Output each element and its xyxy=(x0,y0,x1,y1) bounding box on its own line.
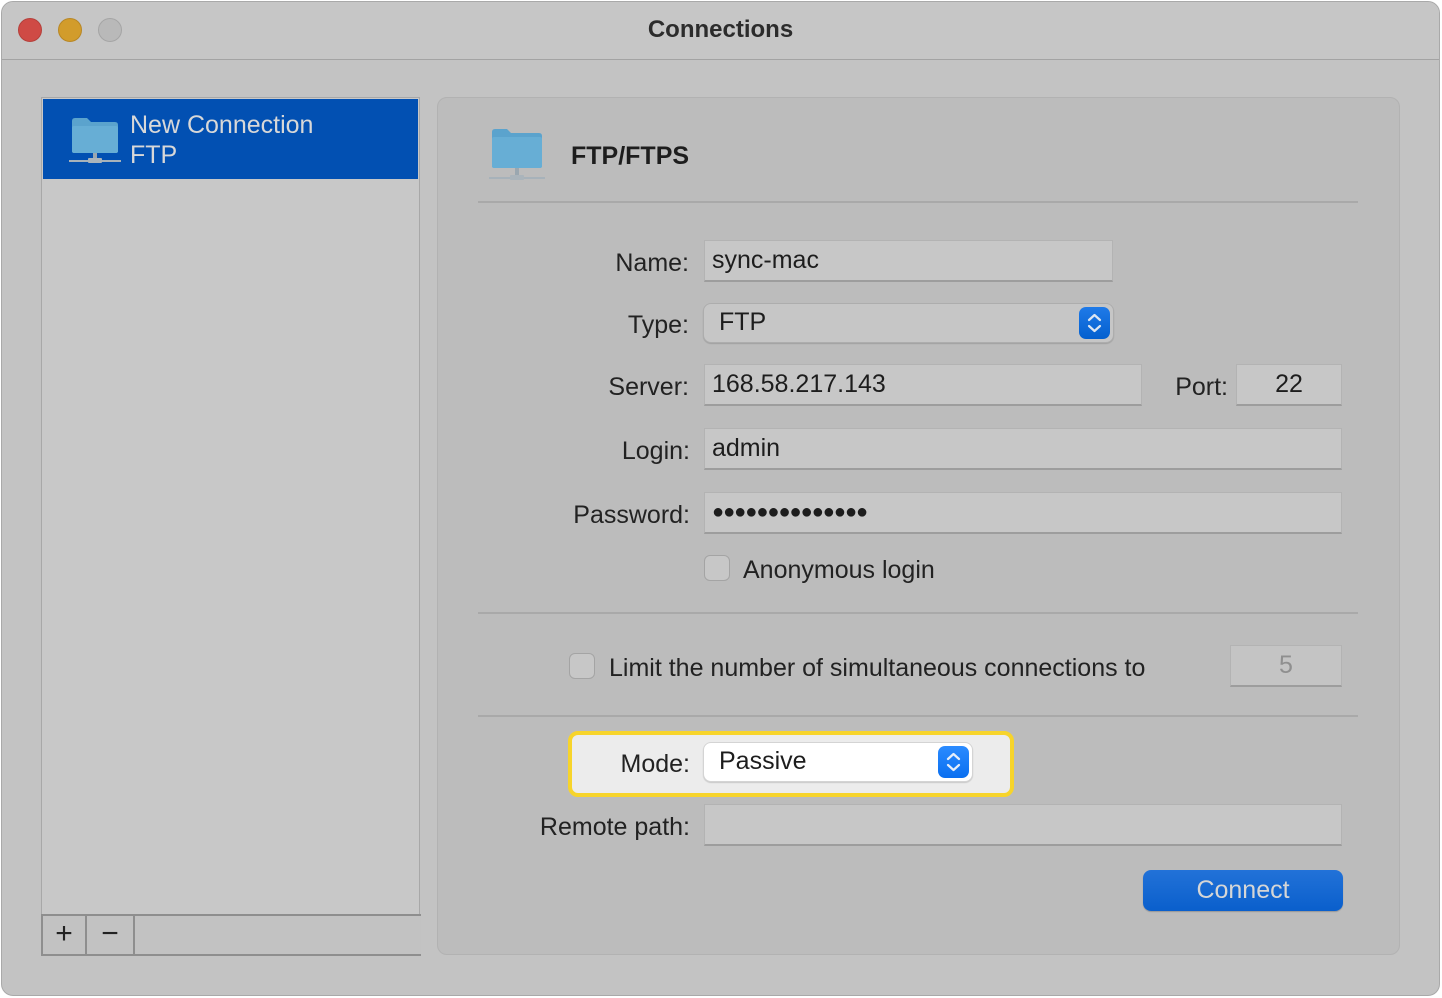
mode-value: Passive xyxy=(719,747,807,775)
mode-select[interactable]: Passive xyxy=(703,742,973,782)
connections-sidebar: New Connection FTP xyxy=(41,97,420,915)
network-folder-icon xyxy=(69,115,121,170)
remote-path-field[interactable] xyxy=(704,804,1342,846)
network-folder-icon xyxy=(489,126,545,187)
port-field[interactable]: 22 xyxy=(1236,364,1342,406)
server-label: Server: xyxy=(608,373,689,401)
remove-connection-button[interactable]: − xyxy=(87,916,135,954)
type-value: FTP xyxy=(719,308,767,336)
server-field[interactable]: 168.58.217.143 xyxy=(704,364,1142,406)
sidebar-toolbar: + − xyxy=(41,914,421,956)
limit-connections-checkbox[interactable] xyxy=(569,653,595,679)
login-field[interactable]: admin xyxy=(704,428,1342,470)
connect-button[interactable]: Connect xyxy=(1143,870,1343,911)
login-label: Login: xyxy=(621,437,690,465)
name-label: Name: xyxy=(615,249,689,277)
add-connection-button[interactable]: + xyxy=(41,916,87,954)
name-field[interactable]: sync-mac xyxy=(704,240,1113,282)
title-bar: Connections xyxy=(2,2,1439,60)
anonymous-login-label: Anonymous login xyxy=(743,556,935,584)
divider xyxy=(478,612,1358,614)
window-title: Connections xyxy=(647,16,794,43)
limit-connections-field[interactable]: 5 xyxy=(1230,645,1342,687)
divider xyxy=(478,715,1358,717)
limit-connections-label: Limit the number of simultaneous connect… xyxy=(609,654,1146,682)
mode-label: Mode: xyxy=(620,750,690,778)
protocol-title: FTP/FTPS xyxy=(571,142,690,170)
anonymous-login-checkbox[interactable] xyxy=(704,555,730,581)
password-label: Password: xyxy=(573,501,690,529)
sidebar-item-new-connection[interactable]: New Connection FTP xyxy=(43,99,418,179)
select-stepper-icon xyxy=(938,746,969,778)
divider xyxy=(478,201,1358,203)
type-select[interactable]: FTP xyxy=(703,303,1114,343)
connection-type: FTP xyxy=(130,141,178,169)
port-label: Port: xyxy=(1175,373,1228,401)
connection-name: New Connection xyxy=(130,111,314,139)
select-stepper-icon xyxy=(1079,307,1110,339)
password-field[interactable]: ●●●●●●●●●●●●●● xyxy=(704,492,1342,534)
type-label: Type: xyxy=(627,311,689,339)
remote-path-label: Remote path: xyxy=(539,813,690,841)
